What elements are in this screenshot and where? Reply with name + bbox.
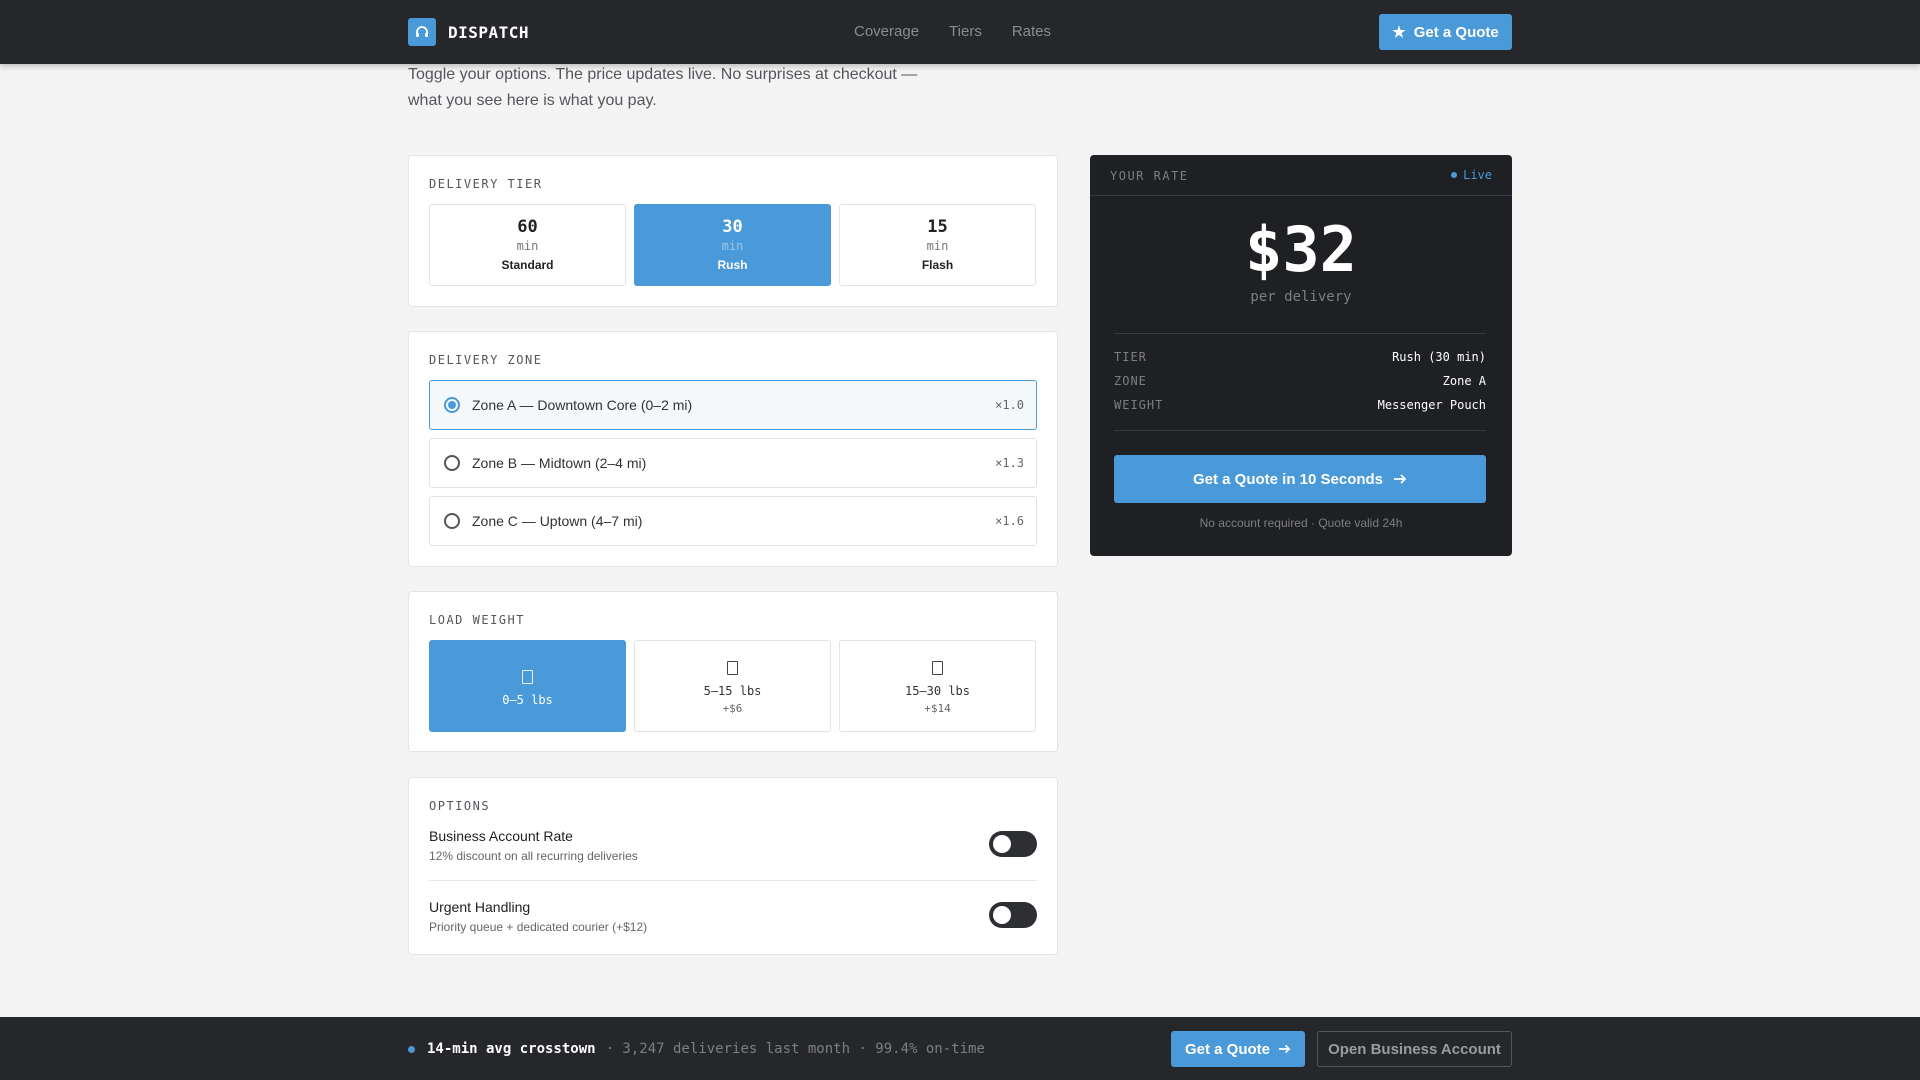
delivery-zone-card: DELIVERY ZONE Zone A — Downtown Core (0–…	[408, 331, 1058, 567]
get-quote-10s-button[interactable]: Get a Quote in 10 Seconds	[1114, 455, 1486, 503]
zone-label: Zone A — Downtown Core (0–2 mi)	[472, 397, 693, 413]
rate-panel: YOUR RATE Live $32 per delivery TIER Rus…	[1090, 155, 1512, 556]
cta-label: Get a Quote in 10 Seconds	[1192, 470, 1384, 488]
zone-label: Zone C — Uptown (4–7 mi)	[472, 513, 643, 529]
star-icon: ★	[1392, 24, 1406, 41]
tier-option-flash[interactable]: 15 min Flash	[839, 204, 1036, 286]
zone-multiplier: ×1.6	[995, 514, 1024, 528]
summary-key: ZONE	[1114, 374, 1147, 388]
zone-label: Zone B — Midtown (2–4 mi)	[472, 455, 647, 471]
bottom-quote-label: Get a Quote	[1184, 1040, 1270, 1058]
live-dot-icon	[1451, 172, 1458, 178]
zone-option-a[interactable]: Zone A — Downtown Core (0–2 mi) ×1.0	[429, 380, 1037, 430]
weight-option-0-5[interactable]: 0–5 lbs	[429, 640, 626, 732]
tier-option-rush[interactable]: 30 min Rush	[634, 204, 831, 286]
arrow-right-icon	[1394, 474, 1407, 484]
summary-key: TIER	[1114, 350, 1147, 364]
summary-row-zone: ZONE Zone A	[1114, 374, 1486, 388]
nav-link-coverage[interactable]: Coverage	[854, 23, 919, 40]
delivery-stats: 14-min avg crosstown · 3,247 deliveries …	[408, 1041, 985, 1057]
tier-unit: min	[721, 239, 744, 253]
rate-header: YOUR RATE Live	[1090, 155, 1512, 196]
option-name: Urgent Handling	[429, 899, 531, 915]
brand[interactable]: DISPATCH	[408, 18, 529, 46]
live-indicator: Live	[1451, 168, 1492, 182]
box-icon	[932, 661, 943, 675]
price-unit: per delivery	[1250, 289, 1352, 305]
tier-minutes: 15	[927, 217, 948, 237]
stat-sub: · 3,247 deliveries last month · 99.4% on…	[605, 1041, 985, 1057]
intro-text: Toggle your options. The price updates l…	[408, 66, 918, 109]
summary-key: WEIGHT	[1114, 398, 1164, 412]
tier-unit: min	[516, 239, 539, 253]
zone-option-c[interactable]: Zone C — Uptown (4–7 mi) ×1.6	[429, 496, 1037, 546]
radio-empty-icon	[444, 513, 460, 529]
weight-surcharge: +$14	[924, 702, 951, 715]
price-value: $32	[1245, 213, 1357, 286]
get-quote-label: Get a Quote	[1413, 23, 1499, 41]
option-urgent-handling: Urgent Handling Priority queue + dedicat…	[429, 899, 1037, 939]
rate-note: No account required · Quote valid 24h	[1199, 516, 1403, 530]
stat-main: 14-min avg crosstown	[427, 1041, 596, 1057]
radio-selected-icon	[444, 397, 460, 413]
option-description: Priority queue + dedicated courier (+$12…	[429, 920, 648, 934]
tier-unit: min	[926, 239, 949, 253]
load-weight-title: LOAD WEIGHT	[429, 613, 525, 627]
arrow-right-icon	[1278, 1044, 1291, 1054]
divider	[429, 880, 1037, 881]
zone-multiplier: ×1.0	[995, 398, 1024, 412]
business-account-toggle[interactable]	[989, 831, 1037, 857]
top-nav: DISPATCH Coverage Tiers Rates ★ Get a Qu…	[0, 0, 1920, 64]
delivery-tier-title: DELIVERY TIER	[429, 177, 543, 191]
summary-row-weight: WEIGHT Messenger Pouch	[1114, 398, 1486, 412]
weight-label: 5–15 lbs	[703, 684, 762, 698]
nav-link-tiers[interactable]: Tiers	[949, 23, 982, 40]
tier-name: Flash	[921, 258, 954, 272]
summary-value: Rush (30 min)	[1392, 350, 1486, 364]
option-name: Business Account Rate	[429, 828, 573, 844]
zone-multiplier: ×1.3	[995, 456, 1024, 470]
box-icon	[727, 661, 738, 675]
zone-option-b[interactable]: Zone B — Midtown (2–4 mi) ×1.3	[429, 438, 1037, 488]
summary-row-tier: TIER Rush (30 min)	[1114, 350, 1486, 364]
divider	[1114, 333, 1486, 334]
tier-minutes: 60	[517, 217, 538, 237]
nav-links: Coverage Tiers Rates	[854, 23, 1051, 40]
bottom-get-quote-button[interactable]: Get a Quote	[1171, 1031, 1305, 1067]
nav-link-rates[interactable]: Rates	[1012, 23, 1051, 40]
weight-label: 15–30 lbs	[904, 684, 971, 698]
get-quote-button[interactable]: ★ Get a Quote	[1379, 14, 1512, 50]
options-title: OPTIONS	[429, 799, 491, 813]
weight-surcharge: +$6	[722, 702, 743, 715]
tier-minutes: 30	[722, 217, 743, 237]
headset-icon	[408, 18, 436, 46]
divider	[1114, 430, 1486, 431]
live-label: Live	[1463, 168, 1492, 182]
option-description: 12% discount on all recurring deliveries	[429, 849, 638, 863]
radio-empty-icon	[444, 455, 460, 471]
delivery-tier-card: DELIVERY TIER 60 min Standard 30 min Rus…	[408, 155, 1058, 307]
tier-name: Rush	[717, 258, 748, 272]
weight-label: 0–5 lbs	[502, 693, 553, 707]
tier-option-standard[interactable]: 60 min Standard	[429, 204, 626, 286]
bottom-bar: 14-min avg crosstown · 3,247 deliveries …	[0, 1017, 1920, 1080]
option-business-account: Business Account Rate 12% discount on al…	[429, 828, 1037, 868]
open-business-account-button[interactable]: Open Business Account	[1317, 1031, 1512, 1067]
weight-option-15-30[interactable]: 15–30 lbs +$14	[839, 640, 1036, 732]
summary-value: Messenger Pouch	[1377, 398, 1486, 412]
weight-option-5-15[interactable]: 5–15 lbs +$6	[634, 640, 831, 732]
urgent-handling-toggle[interactable]	[989, 902, 1037, 928]
load-weight-card: LOAD WEIGHT 0–5 lbs 5–15 lbs +$6 15–30 l…	[408, 591, 1058, 752]
rate-title: YOUR RATE	[1110, 169, 1189, 183]
tier-name: Standard	[501, 258, 554, 272]
brand-name: DISPATCH	[448, 22, 530, 42]
status-dot-icon	[408, 1045, 415, 1053]
options-card: OPTIONS Business Account Rate 12% discou…	[408, 777, 1058, 955]
summary-value: Zone A	[1442, 374, 1486, 388]
box-icon	[522, 670, 533, 684]
delivery-zone-title: DELIVERY ZONE	[429, 353, 543, 367]
